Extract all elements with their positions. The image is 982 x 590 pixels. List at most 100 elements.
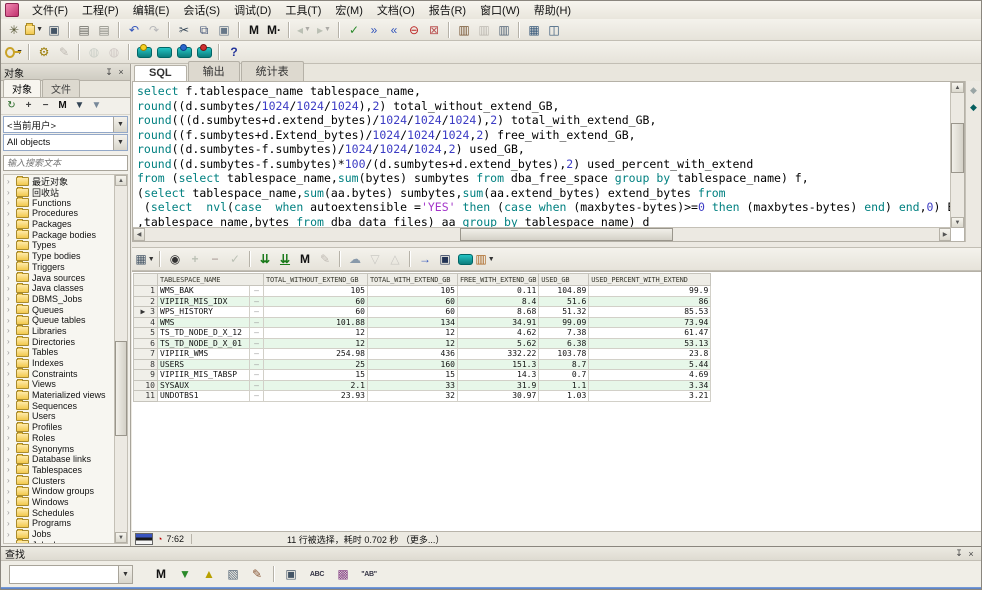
scroll-right-icon[interactable]: ▶ xyxy=(939,228,951,241)
table-row[interactable]: ▶ 3WPS_HISTORY—60608.6851.3285.53 xyxy=(134,307,711,318)
expander-icon[interactable]: › xyxy=(7,412,13,421)
tree-item[interactable]: ›Java sources xyxy=(7,272,127,283)
scrollbar-thumb[interactable] xyxy=(115,341,127,437)
column-header[interactable]: TOTAL_WITH_EXTEND_GB xyxy=(368,274,458,286)
preferences-gear-icon[interactable]: ⚙ xyxy=(35,43,53,61)
scrollbar-thumb[interactable] xyxy=(460,228,673,241)
expander-icon[interactable]: › xyxy=(7,487,13,496)
tree-item[interactable]: ›Users xyxy=(7,411,127,422)
find-icon[interactable]: M xyxy=(245,21,263,39)
undo-icon[interactable]: ↶ xyxy=(125,21,143,39)
export-icon[interactable]: → xyxy=(416,250,434,268)
command-window-icon[interactable] xyxy=(155,43,173,61)
tree-item[interactable]: ›Sequences xyxy=(7,400,127,411)
table-view-icon[interactable]: ▦ xyxy=(525,21,543,39)
sort-desc-icon[interactable]: ▽ xyxy=(366,250,384,268)
new-session-icon[interactable]: ✳ xyxy=(5,21,23,39)
column-layout-icon[interactable]: ▥▼ xyxy=(476,250,494,268)
table-row[interactable]: 10SYSAUX—2.13331.91.13.34 xyxy=(134,380,711,391)
expander-icon[interactable]: › xyxy=(7,220,13,229)
help-menu[interactable]: 帮助(H) xyxy=(527,4,578,18)
expander-icon[interactable]: › xyxy=(7,252,13,261)
expander-icon[interactable]: › xyxy=(7,326,13,335)
expander-icon[interactable]: › xyxy=(7,305,13,314)
whole-word-icon[interactable]: ABC xyxy=(304,565,330,583)
expander-icon[interactable]: › xyxy=(7,294,13,303)
chevron-down-icon[interactable]: ▼ xyxy=(118,566,132,583)
tree-item[interactable]: ›最近对象 xyxy=(7,176,127,187)
tab-objects[interactable]: 对象 xyxy=(3,79,41,97)
expander-icon[interactable]: › xyxy=(7,359,13,368)
tree-item[interactable]: ›Tablespaces xyxy=(7,465,127,476)
expander-icon[interactable]: › xyxy=(7,316,13,325)
debug-menu[interactable]: 调试(D) xyxy=(227,4,278,18)
find-data-icon[interactable]: M xyxy=(296,250,314,268)
chevron-down-icon[interactable]: ▼ xyxy=(113,135,127,150)
delete-row-icon[interactable]: − xyxy=(206,250,224,268)
column-header[interactable]: TABLESPACE_NAME xyxy=(158,274,264,286)
table-row[interactable]: 6TS_TD_NODE_D_X_01—12125.626.3853.13 xyxy=(134,338,711,349)
remove-doc-icon[interactable]: ⊠ xyxy=(425,21,443,39)
tree-item[interactable]: ›Indexes xyxy=(7,358,127,369)
tree-item[interactable]: ›Queue tables xyxy=(7,315,127,326)
outdent-icon[interactable]: « xyxy=(385,21,403,39)
tree-item[interactable]: ›Java classes xyxy=(7,283,127,294)
close-icon[interactable]: × xyxy=(115,67,127,77)
redo-icon[interactable]: ↷ xyxy=(145,21,163,39)
cut-icon[interactable]: ✂ xyxy=(175,21,193,39)
expander-icon[interactable]: › xyxy=(7,423,13,432)
scroll-down-icon[interactable]: ▼ xyxy=(115,532,127,543)
session-menu[interactable]: 会话(S) xyxy=(176,4,227,18)
file-menu[interactable]: 文件(F) xyxy=(25,4,75,18)
editor-hscrollbar[interactable]: ◀ ▶ xyxy=(133,227,951,241)
tree-item[interactable]: ›Synonyms xyxy=(7,443,127,454)
user-selector[interactable]: <当前用户> ▼ xyxy=(3,116,128,133)
expander-icon[interactable]: › xyxy=(7,188,13,197)
expander-icon[interactable]: › xyxy=(7,380,13,389)
tree-item[interactable]: ›回收站 xyxy=(7,187,127,198)
expander-icon[interactable]: › xyxy=(7,369,13,378)
expander-icon[interactable]: › xyxy=(7,519,13,528)
tree-item[interactable]: ›Job classes xyxy=(7,539,127,544)
selection-icon[interactable]: ▧ xyxy=(222,565,244,583)
tab-output[interactable]: 输出 xyxy=(188,61,240,81)
open-document-icon[interactable]: ▼ xyxy=(25,21,43,39)
table-row[interactable]: 5TS_TD_NODE_D_X_12—12124.627.3861.47 xyxy=(134,328,711,339)
post-changes-icon[interactable]: ✓ xyxy=(226,250,244,268)
table-row[interactable]: 7VIPIIR_WMS—254.98436332.22103.7823.8 xyxy=(134,349,711,360)
save-icon[interactable]: ▣ xyxy=(45,21,63,39)
tree-item[interactable]: ›Roles xyxy=(7,433,127,444)
tree-item[interactable]: ›DBMS_Jobs xyxy=(7,294,127,305)
find-prev-up-icon[interactable]: ▲ xyxy=(198,565,220,583)
tree-item[interactable]: ›Functions xyxy=(7,197,127,208)
find-text-icon[interactable]: M xyxy=(150,565,172,583)
expander-icon[interactable]: › xyxy=(7,262,13,271)
tree-item[interactable]: ›Programs xyxy=(7,518,127,529)
tree-item[interactable]: ›Triggers xyxy=(7,262,127,273)
column-header[interactable]: USED_GB xyxy=(539,274,589,286)
prev-marker-icon[interactable]: ◆ xyxy=(970,85,977,96)
lock-icon[interactable]: ◉ xyxy=(166,250,184,268)
table-row[interactable]: 8USERS—25160151.38.75.44 xyxy=(134,359,711,370)
tree-item[interactable]: ›Types xyxy=(7,240,127,251)
sql-window-icon[interactable] xyxy=(135,43,153,61)
scroll-left-icon[interactable]: ◀ xyxy=(133,228,145,241)
expander-icon[interactable]: › xyxy=(7,497,13,506)
scroll-down-icon[interactable]: ▼ xyxy=(951,217,964,228)
insert-row-icon[interactable]: + xyxy=(186,250,204,268)
expander-icon[interactable]: › xyxy=(7,348,13,357)
tree-item[interactable]: ›Queues xyxy=(7,304,127,315)
tree-item[interactable]: ›Clusters xyxy=(7,475,127,486)
object-search-input[interactable] xyxy=(3,155,128,171)
tree-item[interactable]: ›Schedules xyxy=(7,507,127,518)
tree-item[interactable]: ›Libraries xyxy=(7,326,127,337)
window-menu[interactable]: 窗口(W) xyxy=(473,4,527,18)
indent-icon[interactable]: » xyxy=(365,21,383,39)
tree-item[interactable]: ›Packages xyxy=(7,219,127,230)
expander-icon[interactable]: › xyxy=(7,198,13,207)
editor-vscrollbar[interactable]: ▲ ▼ xyxy=(950,82,964,228)
expander-icon[interactable]: › xyxy=(7,476,13,485)
tree-item[interactable]: ›Jobs xyxy=(7,529,127,540)
collapse-node-icon[interactable]: − xyxy=(38,99,53,113)
expander-icon[interactable]: › xyxy=(7,241,13,250)
